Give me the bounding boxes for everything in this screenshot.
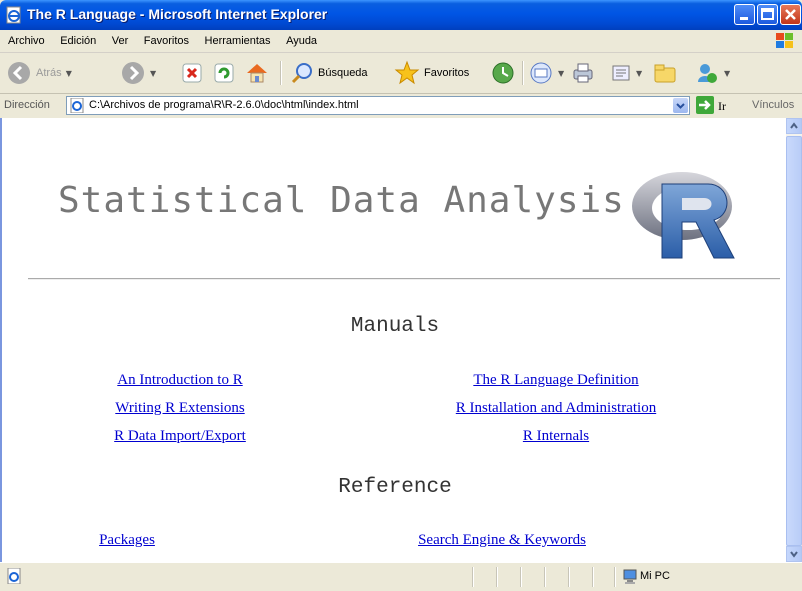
status-divider	[592, 567, 594, 587]
scroll-up-button[interactable]	[786, 118, 802, 134]
menu-herramientas[interactable]: Herramientas	[199, 30, 277, 52]
search-icon	[291, 63, 312, 84]
page-title: Statistical Data Analysis	[58, 180, 625, 221]
chevron-up-icon	[790, 122, 798, 129]
divider	[28, 278, 780, 280]
menu-favoritos[interactable]: Favoritos	[138, 30, 195, 52]
scroll-thumb[interactable]	[786, 136, 802, 546]
status-divider	[520, 567, 522, 587]
back-label: Atrás	[36, 67, 62, 79]
forward-arrow-icon	[122, 62, 144, 84]
link-r-data-import-export[interactable]: R Data Import/Export	[114, 428, 246, 445]
menu-archivo[interactable]: Archivo	[2, 30, 51, 52]
messenger-dropdown-icon[interactable]: ▼	[724, 69, 730, 78]
link-r-language-definition[interactable]: The R Language Definition	[473, 372, 638, 389]
toolbar: Atrás ▼ ▼ Búsqueda Favoritos ▼ ▼ ▼	[0, 53, 802, 94]
scroll-down-button[interactable]	[786, 546, 802, 562]
ie-page-icon	[7, 568, 21, 584]
minimize-button[interactable]	[734, 4, 755, 25]
status-divider	[544, 567, 546, 587]
page-content: Statistical Data Analysis Manuals An Int…	[0, 118, 786, 562]
folder-button[interactable]	[652, 58, 678, 88]
mail-button[interactable]: ▼	[528, 58, 564, 88]
reference-heading: Reference	[338, 476, 452, 499]
status-divider	[472, 567, 474, 587]
home-button[interactable]	[244, 58, 270, 88]
printer-icon	[573, 63, 593, 83]
menu-bar: Archivo Edición Ver Favoritos Herramient…	[0, 30, 802, 53]
close-icon	[785, 9, 796, 20]
window-title: The R Language - Microsoft Internet Expl…	[27, 6, 328, 22]
folder-icon	[654, 64, 676, 83]
link-intro-to-r[interactable]: An Introduction to R	[117, 372, 242, 389]
status-divider	[568, 567, 570, 587]
menu-edicion[interactable]: Edición	[54, 30, 102, 52]
minimize-icon	[740, 17, 748, 20]
link-r-internals[interactable]: R Internals	[523, 428, 589, 445]
link-r-installation-admin[interactable]: R Installation and Administration	[456, 400, 656, 417]
link-writing-r-extensions[interactable]: Writing R Extensions	[115, 400, 244, 417]
stop-icon	[182, 63, 202, 83]
ie-page-icon	[6, 6, 21, 24]
address-bar: Dirección C:\Archivos de programa\R\R-2.…	[0, 94, 802, 119]
computer-icon	[623, 569, 637, 584]
stop-button[interactable]	[180, 58, 204, 88]
print-button[interactable]	[570, 58, 596, 88]
back-dropdown-icon[interactable]: ▼	[66, 69, 72, 78]
links-button[interactable]: Vínculos	[752, 99, 794, 111]
messenger-icon	[698, 64, 717, 83]
close-button[interactable]	[780, 4, 801, 25]
search-button[interactable]: Búsqueda	[290, 58, 368, 88]
address-value: C:\Archivos de programa\R\R-2.6.0\doc\ht…	[89, 99, 359, 111]
refresh-button[interactable]	[212, 58, 236, 88]
address-dropdown-button[interactable]	[673, 98, 688, 113]
home-icon	[247, 64, 267, 83]
security-zone-label: Mi PC	[640, 570, 670, 582]
manuals-heading: Manuals	[350, 315, 440, 338]
chevron-down-icon	[676, 103, 685, 109]
edit-icon	[612, 65, 630, 81]
edit-button[interactable]: ▼	[610, 58, 642, 88]
refresh-icon	[214, 63, 234, 83]
menu-ver[interactable]: Ver	[106, 30, 135, 52]
search-label: Búsqueda	[318, 67, 368, 79]
address-label: Dirección	[4, 99, 50, 111]
link-search-engine-keywords[interactable]: Search Engine & Keywords	[418, 532, 586, 549]
maximize-button[interactable]	[757, 4, 778, 25]
star-icon	[394, 60, 420, 85]
go-button[interactable]: Ir	[718, 99, 726, 114]
link-packages[interactable]: Packages	[99, 532, 155, 549]
address-input[interactable]: C:\Archivos de programa\R\R-2.6.0\doc\ht…	[66, 96, 690, 115]
forward-dropdown-icon[interactable]: ▼	[150, 69, 156, 78]
history-icon	[492, 62, 514, 84]
back-arrow-icon	[8, 62, 30, 84]
status-divider	[496, 567, 498, 587]
messenger-button[interactable]: ▼	[694, 58, 730, 88]
r-logo	[632, 172, 735, 259]
toolbar-separator	[522, 61, 524, 85]
edit-dropdown-icon[interactable]: ▼	[636, 69, 642, 78]
go-arrow-icon[interactable]	[696, 96, 714, 114]
favorites-button[interactable]: Favoritos	[394, 58, 469, 88]
maximize-icon	[761, 8, 774, 20]
toolbar-separator	[280, 61, 282, 85]
chevron-down-icon	[790, 551, 798, 558]
back-button[interactable]: Atrás ▼	[6, 58, 72, 88]
vertical-scrollbar[interactable]	[786, 118, 802, 562]
mail-icon	[530, 62, 552, 84]
menu-ayuda[interactable]: Ayuda	[280, 30, 323, 52]
windows-logo-icon	[776, 33, 793, 48]
status-bar: Mi PC	[0, 562, 802, 591]
mail-dropdown-icon[interactable]: ▼	[558, 69, 564, 78]
status-divider	[614, 567, 616, 587]
title-bar[interactable]: The R Language - Microsoft Internet Expl…	[0, 0, 802, 30]
forward-button[interactable]: ▼	[120, 58, 156, 88]
history-button[interactable]	[490, 58, 516, 88]
ie-page-icon	[70, 98, 84, 113]
favorites-label: Favoritos	[424, 67, 470, 79]
